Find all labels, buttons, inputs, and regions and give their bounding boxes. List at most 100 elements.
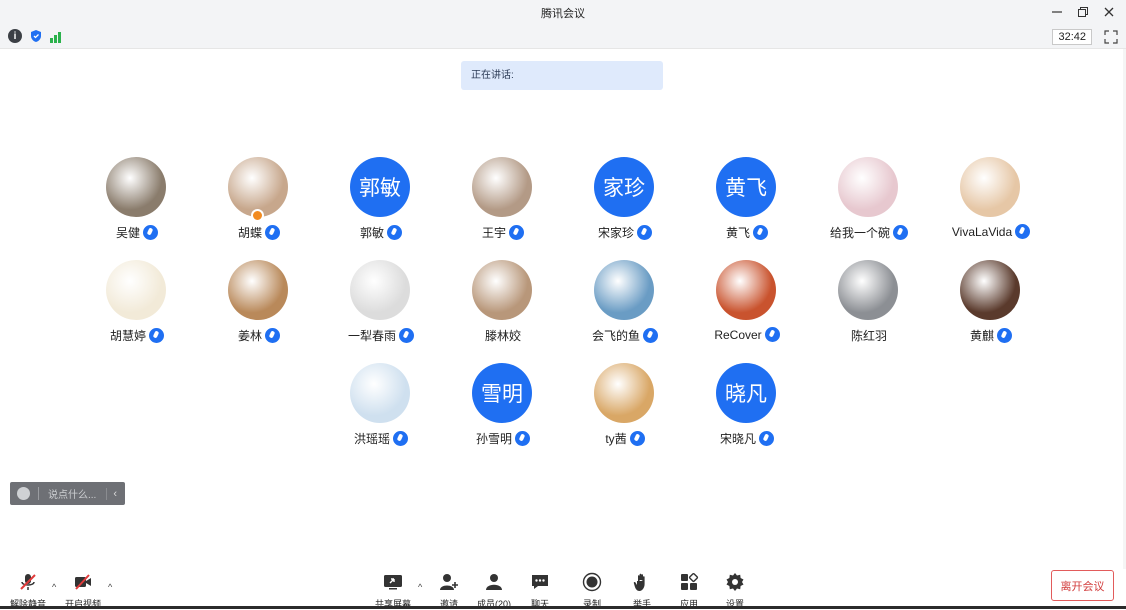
apps-icon [681,572,699,590]
participant-name: 黄麒 [930,327,1052,344]
hand-icon [633,573,645,591]
close-icon [1104,7,1114,17]
participant-name-text: 姜林 [237,329,262,343]
avatar [838,157,898,217]
shield-icon[interactable] [29,29,43,43]
participant-name: 洪瑶瑶 [320,430,442,447]
participant-name: 给我一个碗 [808,224,930,241]
participant-tile[interactable]: 一犁春雨 [320,260,442,360]
close-button[interactable] [1098,3,1120,21]
participant-tile[interactable]: 姜林 [198,260,320,360]
participant-tile[interactable]: 胡慧婷 [76,260,198,360]
video-button[interactable]: 开启视频 [58,572,108,610]
chat-icon [532,575,548,589]
participant-tile[interactable]: ty茜 [564,363,686,463]
chat-input[interactable]: 说点什么... ‹ [10,482,125,505]
participant-tile[interactable]: 黄飞 黄飞 [686,157,808,257]
record-button[interactable]: 录制 [567,572,617,610]
signal-icon[interactable] [50,29,64,43]
participant-name: 吴健 [76,224,198,241]
mic-icon [629,431,645,446]
minimize-button[interactable] [1046,3,1068,21]
raise-hand-button[interactable]: 举手 [617,572,667,610]
participant-name: 会飞的鱼 [564,327,686,344]
info-icon[interactable]: i [8,29,22,43]
restore-button[interactable] [1072,3,1094,21]
participant-tile[interactable]: ReCover [686,260,808,360]
leave-meeting-button[interactable]: 离开会议 [1051,570,1114,601]
participant-row: 吴健 胡蝶 郭敏 郭敏 王宇 家珍 宋家珍 黄飞 黄飞 给我一个碗 VivaLaVida [76,157,1052,260]
invite-button[interactable]: 邀请 [424,572,474,610]
participant-name-text: 胡慧婷 [109,329,146,343]
participant-tile[interactable]: 雪明 孙雪明 [442,363,564,463]
participant-grid: 吴健 胡蝶 郭敏 郭敏 王宇 家珍 宋家珍 黄飞 黄飞 给我一个碗 VivaLaVida 胡慧婷 姜林一… [76,157,1052,466]
avatar [228,157,288,217]
fullscreen-icon[interactable] [1104,30,1118,44]
participant-name-text: ty茜 [605,432,627,446]
avatar [106,260,166,320]
mic-icon [399,328,414,343]
mic-icon [997,328,1012,343]
participant-name-text: 一犁春雨 [347,329,396,343]
participant-tile[interactable]: 会飞的鱼 [564,260,686,360]
mic-icon [265,328,280,343]
participant-name: VivaLaVida [930,224,1052,239]
participant-name: 胡蝶 [198,224,320,241]
participant-tile[interactable]: VivaLaVida [930,157,1052,257]
mic-icon [753,225,768,240]
members-button[interactable]: 成员(20) [469,572,519,610]
mic-icon [515,431,530,446]
participant-name-text: 给我一个碗 [829,226,890,240]
participant-tile[interactable]: 陈红羽 [808,260,930,360]
meeting-timer: 32:42 [1052,29,1092,45]
caret-up-icon[interactable]: ^ [418,582,422,592]
unmute-button[interactable]: 解除静音 [3,572,53,610]
participant-tile[interactable]: 家珍 宋家珍 [564,157,686,257]
mic-icon [764,327,780,342]
participant-tile[interactable]: 胡蝶 [198,157,320,257]
avatar: 晓凡 [716,363,776,423]
participant-name: ty茜 [564,430,686,447]
avatar [472,157,532,217]
participant-name-text: 胡蝶 [237,226,262,240]
avatar [594,260,654,320]
emoji-icon[interactable] [17,487,30,500]
avatar: 雪明 [472,363,532,423]
participant-name-text: 黄麒 [969,329,994,343]
participant-name-text: 洪瑶瑶 [353,432,390,446]
participant-name-text: 黄飞 [725,226,750,240]
record-icon [582,572,602,592]
mic-icon [759,431,774,446]
participant-tile[interactable]: 洪瑶瑶 [320,363,442,463]
participant-name-text: 王宇 [481,226,506,240]
avatar [228,260,288,320]
participant-name: 宋晓凡 [686,430,808,447]
participant-name-text: 会飞的鱼 [591,329,640,343]
participant-tile[interactable]: 王宇 [442,157,564,257]
avatar: 郭敏 [350,157,410,217]
participant-tile[interactable]: 滕林姣 [442,260,564,360]
mic-icon [1015,224,1031,239]
participant-name: 胡慧婷 [76,327,198,344]
participant-name-text: 陈红羽 [850,329,887,343]
participant-tile[interactable]: 给我一个碗 [808,157,930,257]
apps-button[interactable]: 应用 [664,572,714,610]
participant-tile[interactable]: 晓凡 宋晓凡 [686,363,808,463]
participant-tile[interactable]: 吴健 [76,157,198,257]
gear-icon [726,573,744,591]
caret-up-icon[interactable]: ^ [52,582,56,592]
participant-tile[interactable]: 郭敏 郭敏 [320,157,442,257]
participant-name-text: ReCover [714,328,762,342]
participant-tile[interactable]: 黄麒 [930,260,1052,360]
participant-name-text: 郭敏 [359,226,384,240]
mic-icon [387,225,402,240]
caret-up-icon[interactable]: ^ [108,582,112,592]
participant-name-text: 宋晓凡 [719,432,756,446]
participant-name-text: 吴健 [115,226,140,240]
mic-muted-icon [20,574,36,590]
avatar [106,157,166,217]
chat-button[interactable]: 聊天 [515,572,565,610]
share-screen-button[interactable]: 共享屏幕 [368,572,418,610]
chevron-left-icon[interactable]: ‹ [106,487,117,500]
settings-button[interactable]: 设置 [710,572,760,610]
